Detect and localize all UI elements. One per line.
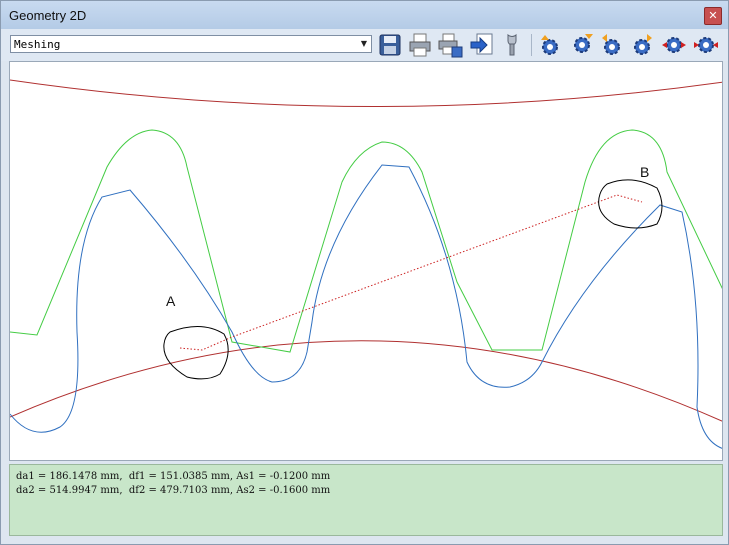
gear-left-icon [602, 34, 620, 55]
gear-right-icon [634, 34, 652, 55]
geometry-2d-window: Geometry 2D ✕ Meshing ▼ A B da1 = 186.14… [0, 0, 729, 545]
gear1-root-circle [10, 340, 722, 422]
gear-zoom-in-button[interactable] [661, 32, 687, 58]
toolbar: Meshing ▼ [1, 29, 728, 61]
export-button[interactable] [469, 32, 495, 58]
gear-zoom-out-icon [694, 37, 718, 53]
annotation-b-label: B [640, 164, 650, 180]
info-line-gear1: da1 = 186.1478 mm, df1 = 151.0385 mm, As… [16, 471, 331, 482]
close-button[interactable]: ✕ [704, 7, 722, 25]
print-button[interactable] [407, 32, 433, 58]
gear1-tooth-profile [10, 164, 722, 449]
markup-circle-a [163, 326, 229, 380]
toolbar-separator [531, 34, 532, 56]
gear-up-icon [541, 35, 558, 55]
print-settings-icon [438, 33, 463, 58]
gear-up-button[interactable] [537, 32, 563, 58]
tool-icon [507, 33, 517, 56]
gear-down-icon [574, 34, 593, 53]
gear-zoom-in-icon [662, 37, 686, 53]
chevron-down-icon[interactable]: ▼ [357, 36, 371, 52]
gear-zoom-out-button[interactable] [693, 32, 719, 58]
export-icon [470, 33, 493, 55]
markup-circle-b [598, 179, 663, 229]
geometry-canvas[interactable]: A B [9, 61, 723, 461]
gear-down-button[interactable] [569, 32, 595, 58]
geometry-info-panel: da1 = 186.1478 mm, df1 = 151.0385 mm, As… [9, 464, 723, 536]
gear2-root-circle [10, 79, 722, 108]
print-settings-button[interactable] [437, 32, 463, 58]
title-bar[interactable]: Geometry 2D ✕ [1, 1, 728, 29]
contact-line [179, 194, 643, 351]
save-icon [379, 34, 401, 56]
save-button[interactable] [377, 32, 403, 58]
annotation-a-label: A [166, 293, 176, 309]
gear-right-button[interactable] [629, 32, 655, 58]
info-line-gear2: da2 = 514.9947 mm, df2 = 479.7103 mm, As… [16, 485, 331, 496]
gear-left-button[interactable] [599, 32, 625, 58]
print-icon [409, 33, 431, 57]
gear2-tooth-profile [10, 129, 722, 353]
window-title: Geometry 2D [9, 8, 87, 23]
tool-button[interactable] [499, 32, 525, 58]
mode-select[interactable]: Meshing ▼ [10, 35, 372, 53]
mode-select-value: Meshing [14, 38, 61, 51]
gear-mesh-drawing [10, 79, 722, 449]
